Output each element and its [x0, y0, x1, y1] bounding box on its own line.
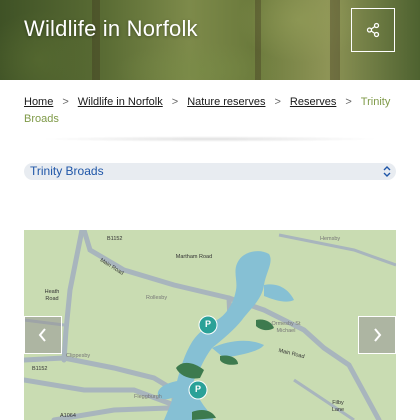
page-title: Wildlife in Norfolk — [24, 16, 198, 41]
breadcrumb-separator: > — [345, 96, 352, 108]
breadcrumb-reserves[interactable]: Reserves — [290, 96, 336, 108]
breadcrumb-separator: > — [274, 96, 281, 108]
next-slide-button[interactable] — [358, 316, 396, 354]
chevron-updown-icon — [383, 166, 391, 177]
chevron-left-icon — [38, 328, 46, 342]
road-label: A1064 — [60, 413, 76, 419]
parking-label: P — [194, 384, 201, 394]
share-button[interactable] — [351, 8, 395, 52]
breadcrumb-separator: > — [171, 96, 179, 108]
road-label: B1152 — [107, 236, 123, 242]
place-label: Ormesby St Michael — [271, 321, 301, 334]
hero-banner: Wildlife in Norfolk — [0, 0, 420, 80]
breadcrumb-nature-reserves[interactable]: Nature reserves — [187, 96, 265, 108]
reserve-select[interactable]: Trinity Broads — [24, 163, 396, 180]
chevron-right-icon — [374, 328, 382, 342]
place-label: Rollesby — [146, 295, 168, 301]
place-label: Hemsby — [320, 236, 341, 242]
place-label: Clippesby — [66, 353, 91, 359]
reserve-map[interactable]: P P B1152 Hemsby Main Road Martham Road … — [24, 230, 396, 420]
reserve-select-value: Trinity Broads — [30, 164, 104, 178]
place-label: Fleggburgh — [134, 394, 162, 400]
previous-slide-button[interactable] — [24, 316, 62, 354]
road-label: Filby Lane — [331, 400, 345, 413]
place-label: Heath Road — [44, 289, 60, 302]
breadcrumb-separator: > — [62, 96, 69, 108]
place-label: Martham Road — [175, 254, 213, 260]
divider-shadow — [40, 136, 380, 142]
breadcrumb-wildlife-in-norfolk[interactable]: Wildlife in Norfolk — [78, 96, 163, 108]
tree-trunk — [255, 0, 261, 80]
breadcrumb-home[interactable]: Home — [24, 96, 53, 108]
parking-label: P — [204, 319, 211, 329]
road-label: B1152 — [32, 366, 48, 372]
breadcrumb: Home > Wildlife in Norfolk > Nature reserves… — [24, 94, 396, 128]
tree-trunk — [330, 0, 340, 80]
share-icon — [366, 22, 380, 38]
